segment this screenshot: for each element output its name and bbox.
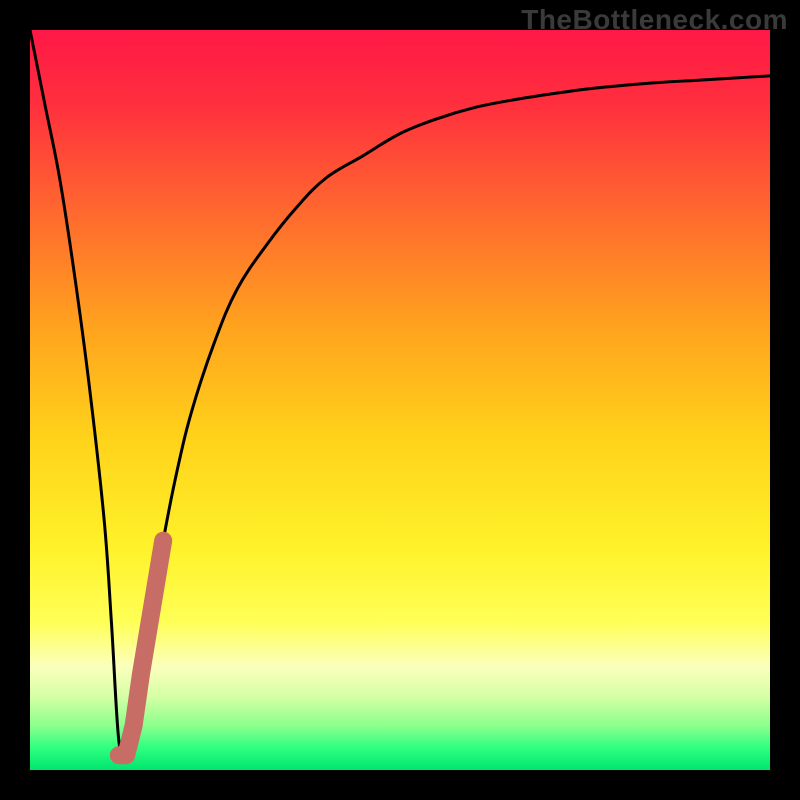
plot-area: [30, 30, 770, 770]
bottleneck-chart: [30, 30, 770, 770]
chart-frame: TheBottleneck.com: [0, 0, 800, 800]
